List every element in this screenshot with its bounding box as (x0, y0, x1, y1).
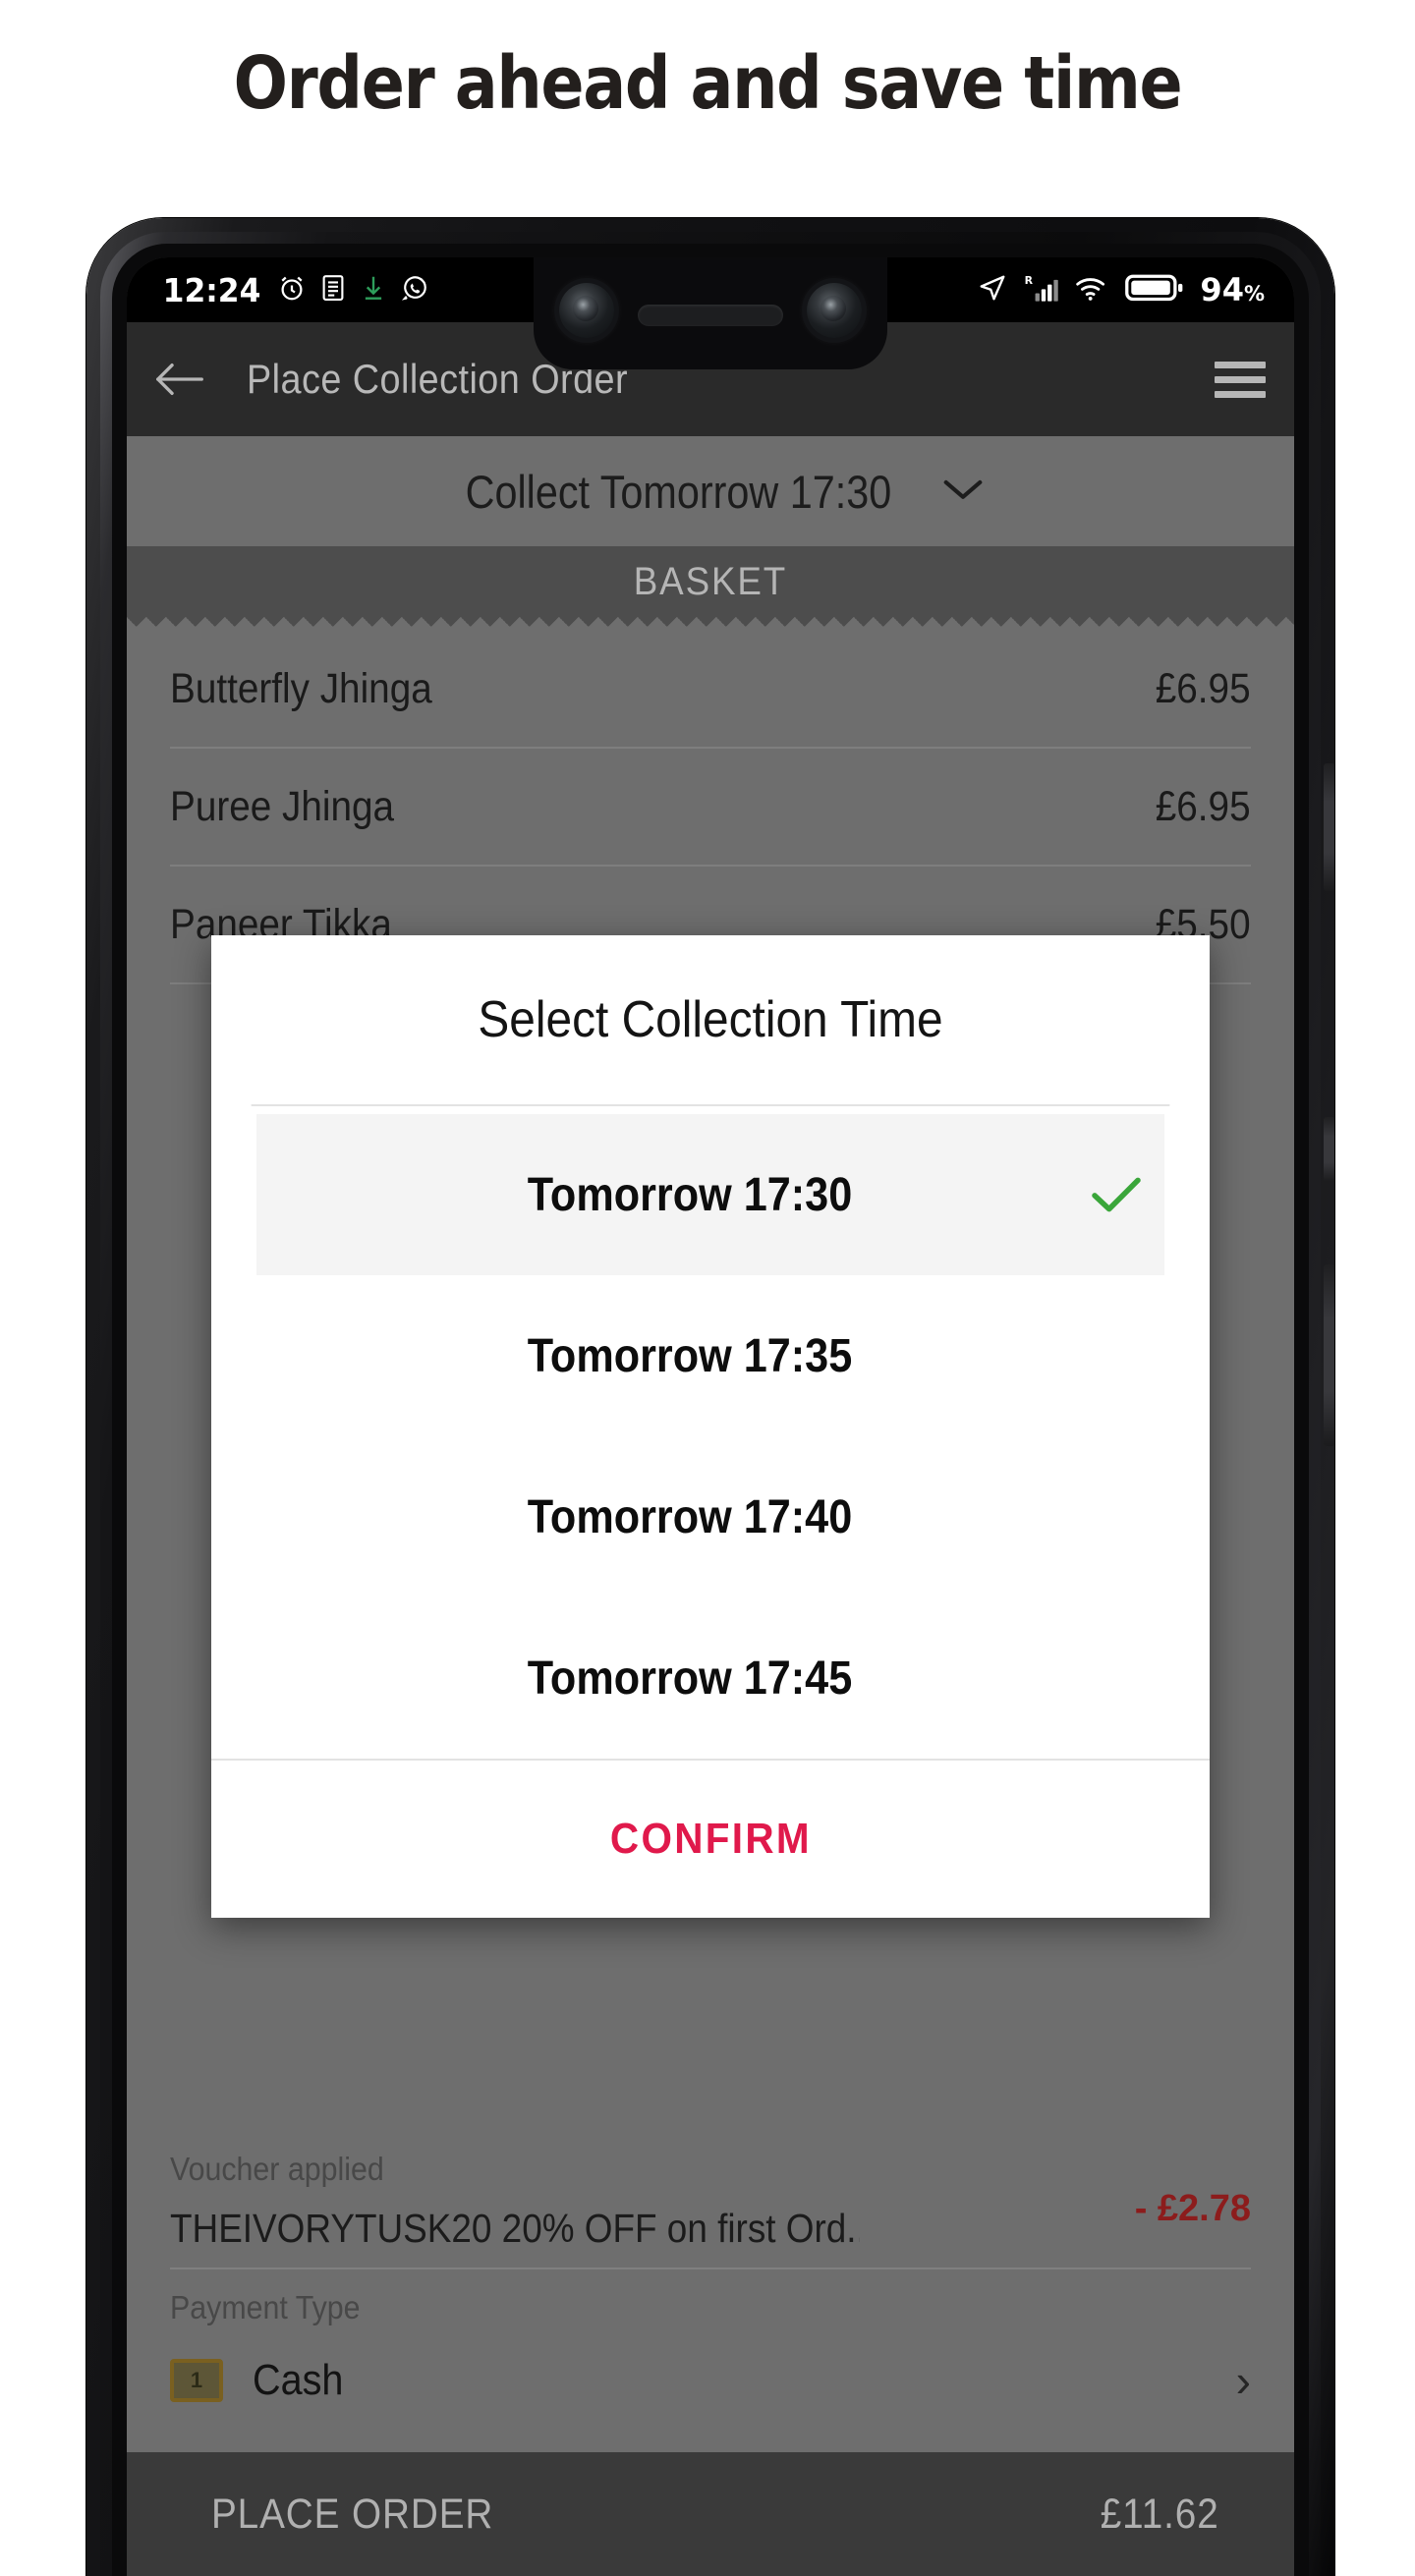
dialog-actions: CONFIRM (211, 1759, 1210, 1918)
time-option-label: Tomorrow 17:45 (527, 1652, 853, 1705)
time-option-1[interactable]: Tomorrow 17:35 (256, 1275, 1164, 1436)
phone-screen: 12:24 R 94% Place Collection Order Colle… (127, 257, 1294, 2576)
confirm-button[interactable]: CONFIRM (604, 1814, 817, 1865)
time-option-list: Tomorrow 17:30 Tomorrow 17:35 Tomorrow 1… (211, 1106, 1210, 1759)
time-option-0[interactable]: Tomorrow 17:30 (256, 1114, 1164, 1275)
dialog-title: Select Collection Time (251, 935, 1170, 1106)
time-option-label: Tomorrow 17:35 (527, 1329, 853, 1382)
time-option-label: Tomorrow 17:40 (527, 1490, 853, 1543)
time-option-3[interactable]: Tomorrow 17:45 (256, 1597, 1164, 1759)
page-title: Order ahead and save time (233, 41, 1183, 126)
device-side-button-top[interactable] (1324, 763, 1334, 891)
time-option-label: Tomorrow 17:30 (527, 1168, 853, 1221)
device-side-button-mid[interactable] (1324, 1117, 1334, 1182)
select-collection-time-dialog: Select Collection Time Tomorrow 17:30 To… (211, 935, 1210, 1918)
time-option-2[interactable]: Tomorrow 17:40 (256, 1436, 1164, 1597)
check-icon (1082, 1173, 1151, 1216)
device-side-button-bottom[interactable] (1324, 1264, 1334, 1446)
phone-device-frame: 12:24 R 94% Place Collection Order Colle… (86, 218, 1334, 2576)
